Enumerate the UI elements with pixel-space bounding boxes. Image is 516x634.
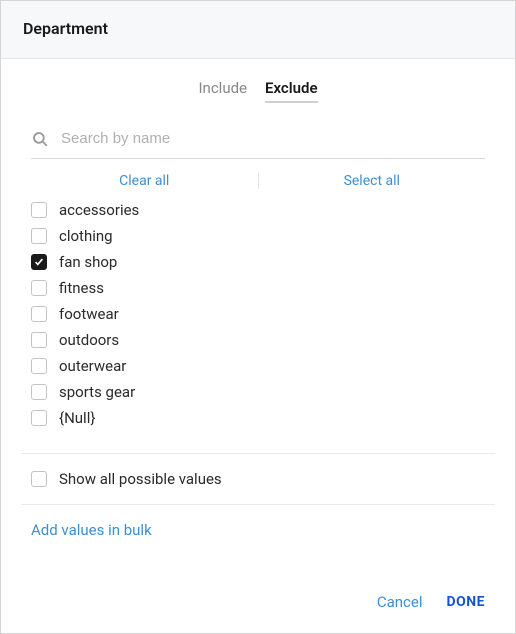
list-item[interactable]: fitness (31, 279, 485, 297)
list-item-checkbox[interactable] (31, 254, 47, 270)
show-all-values-toggle[interactable]: Show all possible values (31, 470, 485, 488)
add-values-in-bulk-link[interactable]: Add values in bulk (31, 521, 485, 539)
search-icon (31, 130, 49, 148)
divider (21, 453, 495, 454)
list-item-checkbox[interactable] (31, 410, 47, 426)
tab-include[interactable]: Include (198, 79, 247, 103)
list-item-checkbox[interactable] (31, 384, 47, 400)
search-field[interactable] (31, 123, 485, 159)
search-input[interactable] (59, 129, 485, 148)
list-item[interactable]: sports gear (31, 383, 485, 401)
list-item-checkbox[interactable] (31, 202, 47, 218)
tab-exclude[interactable]: Exclude (265, 79, 318, 103)
values-list: accessories clothing fan shop fitness footwe… (31, 201, 485, 427)
list-item-label: accessories (59, 201, 139, 219)
list-item[interactable]: clothing (31, 227, 485, 245)
list-item[interactable]: {Null} (31, 409, 485, 427)
list-item[interactable]: outdoors (31, 331, 485, 349)
list-item[interactable]: footwear (31, 305, 485, 323)
dialog-header: Department (1, 1, 515, 59)
list-item-label: fitness (59, 279, 104, 297)
dialog-footer: Cancel DONE (1, 573, 515, 633)
list-item-checkbox[interactable] (31, 332, 47, 348)
tabs: Include Exclude (1, 59, 515, 113)
list-item[interactable]: fan shop (31, 253, 485, 271)
list-item-label: {Null} (59, 409, 95, 427)
list-item-label: sports gear (59, 383, 135, 401)
divider (21, 504, 495, 505)
dialog-title: Department (23, 19, 493, 38)
list-item[interactable]: accessories (31, 201, 485, 219)
select-all-button[interactable]: Select all (259, 173, 486, 189)
list-item-label: outdoors (59, 331, 119, 349)
list-item-checkbox[interactable] (31, 228, 47, 244)
list-item-checkbox[interactable] (31, 280, 47, 296)
done-button[interactable]: DONE (446, 594, 485, 610)
list-item[interactable]: outerwear (31, 357, 485, 375)
list-item-label: outerwear (59, 357, 126, 375)
show-all-label: Show all possible values (59, 470, 222, 488)
show-all-checkbox[interactable] (31, 471, 47, 487)
clear-all-button[interactable]: Clear all (31, 173, 259, 189)
list-item-checkbox[interactable] (31, 306, 47, 322)
cancel-button[interactable]: Cancel (377, 593, 423, 611)
bulk-actions: Clear all Select all (31, 173, 485, 189)
dialog-body: Include Exclude Clear all Select all acc… (1, 59, 515, 633)
list-item-label: footwear (59, 305, 119, 323)
list-item-checkbox[interactable] (31, 358, 47, 374)
list-item-label: fan shop (59, 253, 117, 271)
list-item-label: clothing (59, 227, 113, 245)
